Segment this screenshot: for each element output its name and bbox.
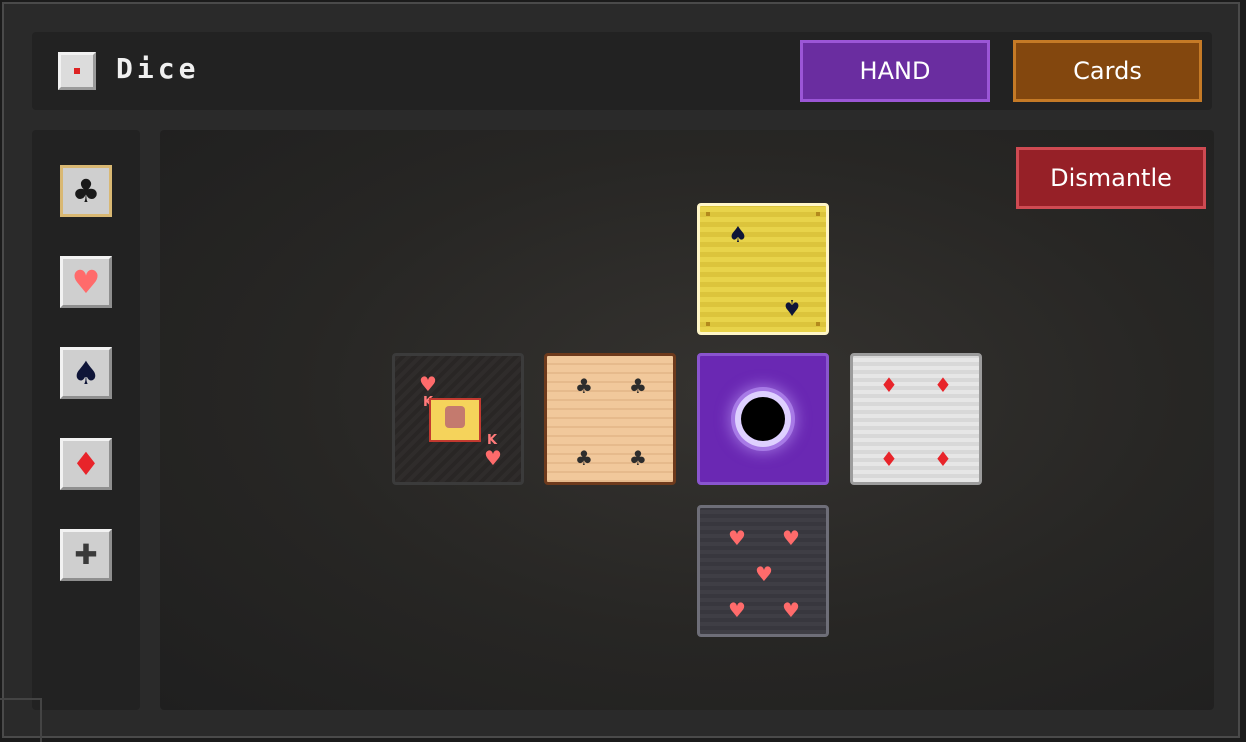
die-face-center-left[interactable]: ♣ ♣ ♣ ♣ [544, 353, 676, 485]
die-face-top[interactable]: ♠ ♠ [697, 203, 829, 335]
spade-icon: ♠ [728, 223, 748, 248]
corner-panel [0, 698, 42, 742]
die-face-bottom[interactable]: ♥ ♥ ♥ ♥ ♥ [697, 505, 829, 637]
heart-icon: ♥ [782, 526, 800, 550]
heart-icon: ♥ [728, 598, 746, 622]
suit-sidebar [32, 130, 140, 710]
club-icon: ♣ [629, 374, 647, 398]
king-face-icon [445, 406, 465, 428]
spade-icon: ♠ [782, 294, 802, 319]
diamond-glyph: ♦ [71, 445, 101, 483]
dismantle-button[interactable]: Dismantle [1016, 147, 1206, 209]
diamond-icon[interactable]: ♦ [60, 438, 112, 490]
spade-icon[interactable]: ♠ [60, 347, 112, 399]
club-icon: ♣ [575, 446, 593, 470]
diamond-icon: ♦ [880, 373, 898, 397]
club-glyph: ♣ [71, 172, 101, 210]
dice-icon [58, 52, 96, 90]
rivet-icon [816, 212, 820, 216]
die-face-center[interactable] [697, 353, 829, 485]
spade-glyph: ♠ [71, 354, 101, 392]
king-portrait-icon [429, 398, 481, 442]
diamond-icon: ♦ [934, 373, 952, 397]
heart-icon: ♥ [419, 372, 437, 396]
die-net-area [160, 130, 1214, 710]
rivet-icon [816, 322, 820, 326]
die-pip [74, 68, 80, 74]
die-face-left[interactable]: ♥ K K ♥ [392, 353, 524, 485]
club-icon[interactable]: ♣ [60, 165, 112, 217]
plus-icon[interactable]: ✚ [60, 529, 112, 581]
heart-icon: ♥ [755, 562, 773, 586]
diamond-icon: ♦ [934, 447, 952, 471]
heart-icon: ♥ [484, 446, 502, 470]
heart-icon[interactable]: ♥ [60, 256, 112, 308]
void-portal-icon [741, 397, 785, 441]
heart-icon: ♥ [782, 598, 800, 622]
cards-button[interactable]: Cards [1013, 40, 1202, 102]
die-face-right[interactable]: ♦ ♦ ♦ ♦ [850, 353, 982, 485]
rivet-icon [706, 322, 710, 326]
heart-glyph: ♥ [71, 263, 101, 301]
rivet-icon [706, 212, 710, 216]
club-icon: ♣ [629, 446, 647, 470]
club-icon: ♣ [575, 374, 593, 398]
hand-button[interactable]: HAND [800, 40, 990, 102]
diamond-icon: ♦ [880, 447, 898, 471]
plus-glyph: ✚ [74, 538, 98, 571]
page-title: Dice [116, 52, 200, 85]
heart-icon: ♥ [728, 526, 746, 550]
